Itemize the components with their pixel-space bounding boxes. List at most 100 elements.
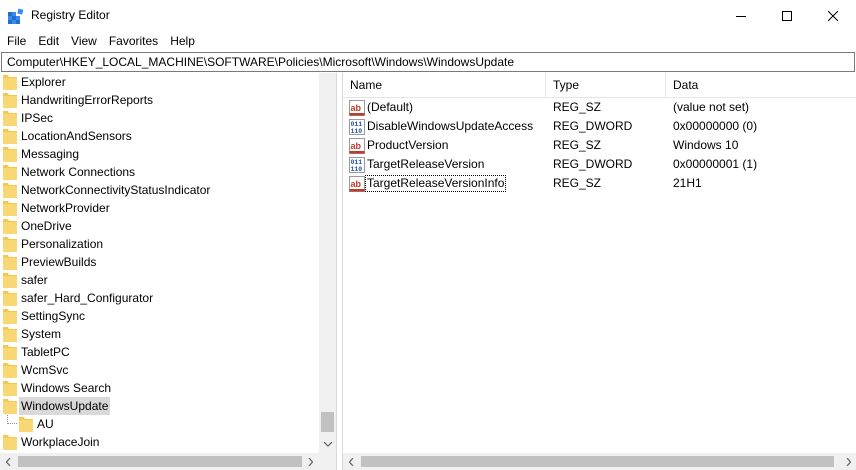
list-horizontal-scrollbar[interactable] [343,453,856,470]
tree-item[interactable]: Explorer [0,73,319,91]
tree-item-label: AU [37,417,54,431]
chevron-left-icon [6,457,11,466]
tree-vertical-scroll-thumb[interactable] [321,412,334,432]
menu-help[interactable]: Help [164,31,201,51]
chevron-right-icon [308,457,313,466]
folder-icon [3,182,17,198]
tree-item[interactable]: WorkplaceJoin [0,433,319,451]
table-row[interactable]: 011 110 DisableWindowsUpdateAccess REG_DWOR… [343,117,856,136]
tree-item[interactable]: Network Connections [0,163,319,181]
value-name: (Default) [367,100,414,114]
column-type-header[interactable]: Type [546,73,666,98]
folder-icon [3,344,17,360]
list-scroll-right-button[interactable] [840,453,856,470]
minimize-icon [736,15,746,17]
list-horizontal-scroll-thumb[interactable] [361,456,834,467]
tree-item-label: Messaging [21,147,80,161]
tree-item[interactable]: IPSec [0,109,319,127]
folder-icon [3,128,17,144]
table-row[interactable]: ab TargetReleaseVersionInfo REG_SZ 21H1 [343,174,856,193]
window-title: Registry Editor [31,8,110,22]
tree-item[interactable]: System [0,325,319,343]
scroll-down-button[interactable] [319,436,336,453]
tree-item[interactable]: Personalization [0,235,319,253]
tree-item-label: PreviewBuilds [21,255,97,269]
column-data-header[interactable]: Data [666,73,856,98]
tree-horizontal-scroll-thumb[interactable] [18,456,302,467]
value-name: TargetReleaseVersionInfo [364,175,507,192]
tree-item[interactable]: LocationAndSensors [0,127,319,145]
tree-item[interactable]: PreviewBuilds [0,253,319,271]
tree-scroll-left-button[interactable] [0,453,17,470]
tree-item[interactable]: safer_Hard_Configurator [0,289,319,307]
svg-text:011: 011 [351,159,363,166]
table-row[interactable]: ab ProductVersion REG_SZ Windows 10 [343,136,856,155]
chevron-right-icon [846,457,851,466]
tree-item[interactable]: OneDrive [0,217,319,235]
value-name: ProductVersion [367,138,449,152]
registry-editor-icon [8,8,24,24]
tree-vertical-scrollbar[interactable] [319,73,336,453]
folder-icon [3,326,17,342]
address-bar[interactable]: Computer\HKEY_LOCAL_MACHINE\SOFTWARE\Pol… [1,52,855,72]
tree-scroll-right-button[interactable] [302,453,319,470]
folder-icon [3,200,17,216]
table-row[interactable]: 011 110 TargetReleaseVersion REG_DWORD 0x000… [343,155,856,174]
value-type: REG_DWORD [553,119,633,133]
svg-text:ab: ab [351,141,362,151]
folder-icon [3,254,17,270]
values-list-pane: Name Type Data ab (Default) REG_SZ (value n… [342,73,856,470]
folder-icon [3,272,17,288]
tree-item-label: Windows Search [21,381,112,395]
value-name: DisableWindowsUpdateAccess [367,119,534,133]
folder-icon [3,92,17,108]
value-data: (value not set) [673,100,750,114]
folder-icon [3,398,17,414]
tree-item-label: Explorer [21,75,66,89]
tree-item[interactable]: NetworkProvider [0,199,319,217]
tree-item[interactable]: safer [0,271,319,289]
scrollbar-corner [319,453,336,470]
tree-item-label: NetworkProvider [21,201,110,215]
folder-icon [3,434,17,450]
folder-icon [3,110,17,126]
tree-item-label: Personalization [21,237,104,251]
menu-edit[interactable]: Edit [32,31,65,51]
folder-icon [3,164,17,180]
folder-icon [3,308,17,324]
menu-view[interactable]: View [65,31,103,51]
tree-item-label: Network Connections [21,165,136,179]
maximize-button[interactable] [764,0,810,31]
value-data: 21H1 [673,176,702,190]
menu-file[interactable]: File [0,31,32,51]
tree-item[interactable]: WcmSvc [0,361,319,379]
menu-favorites[interactable]: Favorites [103,31,164,51]
tree-item[interactable]: AU [0,415,319,433]
binary-value-icon: 011 110 [349,157,365,173]
tree-item[interactable]: Windows Search [0,379,319,397]
minimize-button[interactable] [718,0,764,31]
tree-item-label: TabletPC [21,345,70,359]
tree-horizontal-scrollbar[interactable] [0,453,336,470]
tree-item-label: IPSec [21,111,54,125]
tree-item[interactable]: NetworkConnectivityStatusIndicator [0,181,319,199]
tree-item[interactable]: WindowsUpdate [0,397,319,415]
binary-value-icon: 011 110 [349,119,365,135]
string-value-icon: ab [349,176,365,192]
svg-text:011: 011 [351,121,363,128]
tree-item[interactable]: SettingSync [0,307,319,325]
close-button[interactable] [810,0,856,31]
value-data: 0x00000001 (1) [673,157,758,171]
tree-item-label: safer_Hard_Configurator [21,291,154,305]
tree-item[interactable]: HandwritingErrorReports [0,91,319,109]
value-type: REG_SZ [553,138,602,152]
folder-icon [3,218,17,234]
string-value-icon: ab [349,138,365,154]
tree-item[interactable]: Messaging [0,145,319,163]
list-scroll-left-button[interactable] [343,453,360,470]
table-row[interactable]: ab (Default) REG_SZ (value not set) [343,98,856,117]
string-value-icon: ab [349,100,365,116]
tree-item-label: SettingSync [21,309,86,323]
tree-item[interactable]: TabletPC [0,343,319,361]
column-name-header[interactable]: Name [343,73,546,98]
